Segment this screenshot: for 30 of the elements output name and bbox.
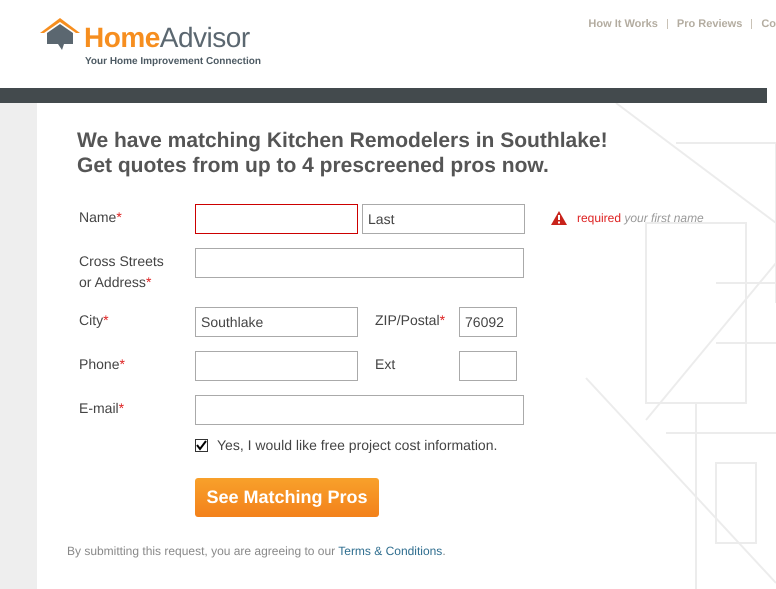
field-label: E-mail* [79, 399, 126, 418]
house-logo-icon [38, 16, 82, 52]
logo-tagline: Your Home Improvement Connection [85, 55, 261, 69]
warning-icon [551, 211, 567, 225]
submit-button[interactable]: See Matching Pros [195, 478, 379, 517]
input-field[interactable] [195, 395, 524, 425]
field-label: City* [79, 311, 110, 330]
input-field[interactable] [459, 351, 517, 381]
heading: We have matching Kitchen Remodelers in Southlake! [77, 128, 609, 153]
field-label: Ext [374, 355, 396, 374]
nav-link[interactable]: Pro Reviews [676, 16, 742, 32]
field-label: Name* [79, 208, 123, 227]
nav-link[interactable]: How It Works [588, 16, 658, 32]
field-label: ZIP/Postal* [374, 311, 446, 330]
field-label: Phone* [79, 355, 126, 374]
input-field[interactable]: 76092 [459, 307, 517, 337]
heading: Get quotes from up to 4 prescreened pros now. [77, 153, 550, 178]
input-field[interactable] [195, 248, 524, 278]
nav-link[interactable]: Co [761, 16, 776, 32]
input-field[interactable]: Southlake [195, 307, 358, 337]
logo-wordmark: HomeAdvisor [84, 24, 250, 52]
input-field[interactable] [195, 351, 358, 381]
checkbox[interactable] [195, 439, 208, 452]
checkbox-label: Yes, I would like free project cost information. [217, 436, 498, 455]
terms-link[interactable]: Terms & Conditions [338, 544, 442, 558]
error-message: required your first name [577, 210, 704, 227]
input-field[interactable]: Last [362, 204, 525, 234]
field-label: Cross Streets or Address* [79, 252, 165, 292]
input-field[interactable] [195, 204, 358, 234]
disclaimer-text: By submitting this request, you are agreeing to our Terms & Conditions. [67, 543, 447, 560]
